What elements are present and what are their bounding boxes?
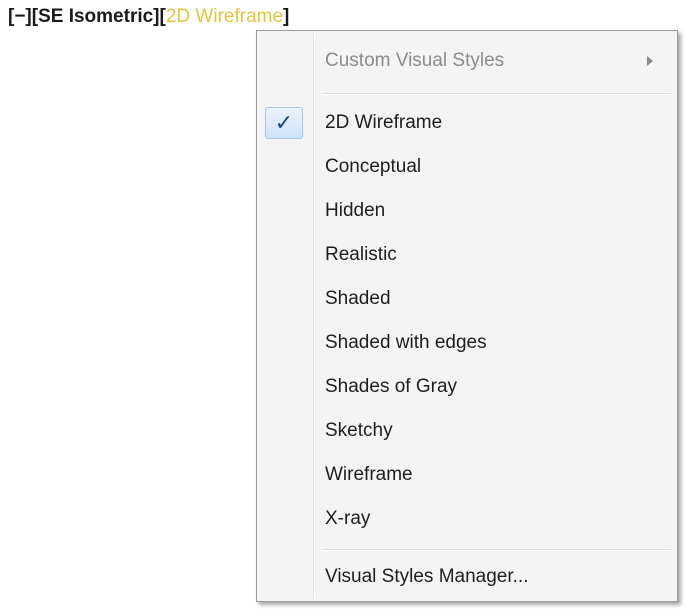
menu-item-shaded[interactable]: Shaded <box>259 279 675 319</box>
menu-item-label: Shaded with edges <box>325 332 487 353</box>
menu-item-label: Visual Styles Manager... <box>325 566 529 587</box>
menu-item-x-ray[interactable]: X-ray <box>259 499 675 539</box>
menu-item-shaded-with-edges[interactable]: Shaded with edges <box>259 323 675 363</box>
menu-item-label: Custom Visual Styles <box>325 50 505 71</box>
menu-item-shades-of-gray[interactable]: Shades of Gray <box>259 367 675 407</box>
menu-item-label: 2D Wireframe <box>325 112 443 133</box>
menu-item-label: Realistic <box>325 244 397 265</box>
visual-style-control[interactable]: 2D Wireframe <box>166 6 283 27</box>
menu-item-sketchy[interactable]: Sketchy <box>259 411 675 451</box>
visual-style-bracket-close: ] <box>283 6 290 27</box>
menu-item-conceptual[interactable]: Conceptual <box>259 147 675 187</box>
checkmark-icon: ✓ <box>265 107 303 139</box>
viewport-menu-toggle[interactable]: [−] <box>8 6 32 27</box>
menu-item-label: Hidden <box>325 200 386 221</box>
menu-item-label: X-ray <box>325 508 371 529</box>
viewport-controls: [−][SE Isometric][2D Wireframe] <box>8 6 289 28</box>
menu-item-realistic[interactable]: Realistic <box>259 235 675 275</box>
chevron-right-icon <box>647 56 653 66</box>
menu-item-label: Sketchy <box>325 420 393 441</box>
menu-item-label: Shades of Gray <box>325 376 458 397</box>
menu-item-label: Conceptual <box>325 156 422 177</box>
view-control[interactable]: [SE Isometric] <box>32 6 160 27</box>
visual-styles-menu: Custom Visual Styles ✓ 2D Wireframe Conc… <box>256 30 678 602</box>
menu-item-wireframe[interactable]: Wireframe <box>259 455 675 495</box>
menu-separator <box>323 549 671 551</box>
menu-item-custom-visual-styles[interactable]: Custom Visual Styles <box>259 41 675 81</box>
menu-item-label: Shaded <box>325 288 391 309</box>
menu-item-label: Wireframe <box>325 464 413 485</box>
menu-separator <box>323 93 671 95</box>
menu-item-hidden[interactable]: Hidden <box>259 191 675 231</box>
menu-item-2d-wireframe[interactable]: ✓ 2D Wireframe <box>259 103 675 143</box>
menu-item-visual-styles-manager[interactable]: Visual Styles Manager... <box>259 557 675 597</box>
